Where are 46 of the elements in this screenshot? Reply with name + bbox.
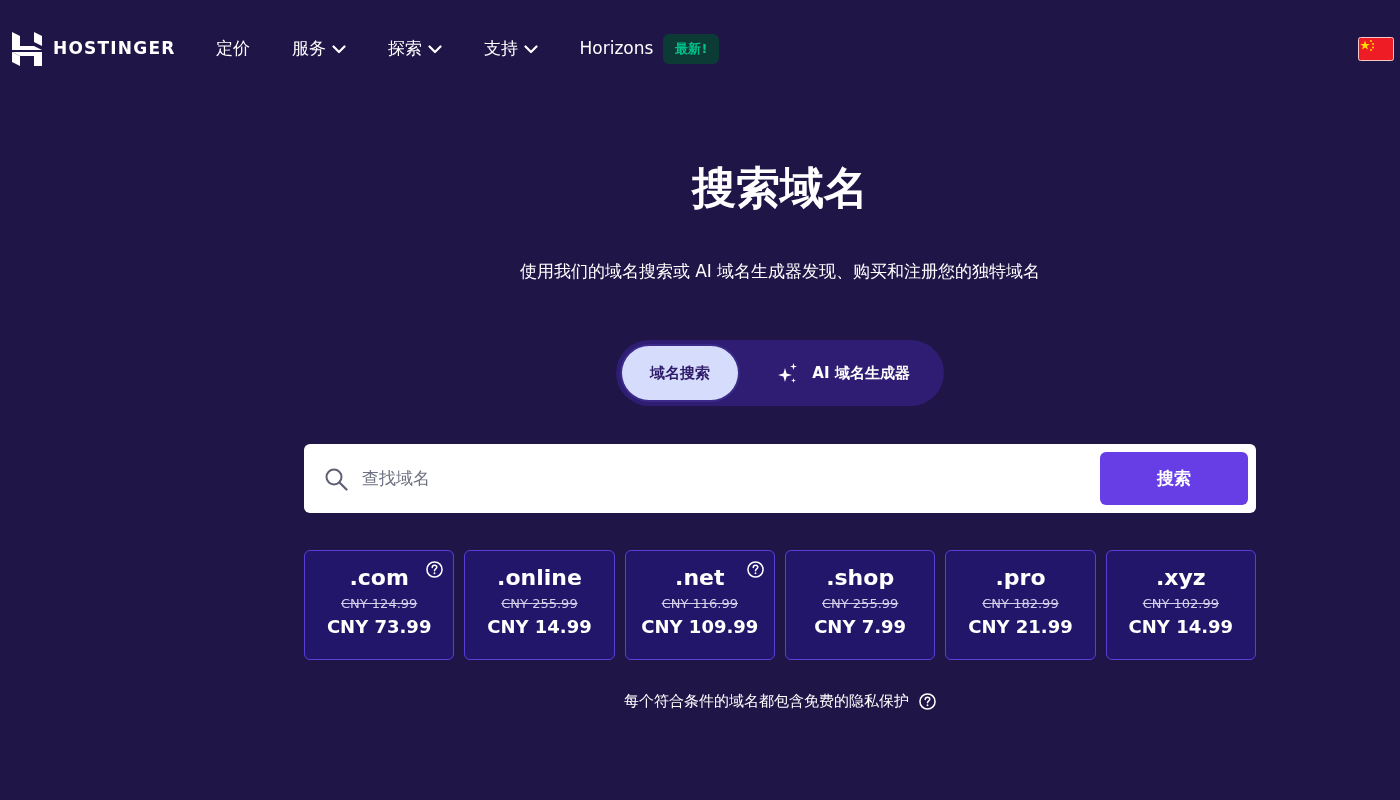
- domain-extension: .xyz: [1155, 565, 1206, 592]
- domain-extension: .shop: [826, 565, 895, 592]
- old-price: CNY 182.99: [982, 595, 1059, 614]
- old-price: CNY 255.99: [821, 595, 899, 614]
- mode-tab[interactable]: AI 域名生成器: [748, 346, 938, 401]
- nav-link[interactable]: 定价: [215, 32, 250, 66]
- help-icon[interactable]: [747, 561, 764, 579]
- page-subtitle: 使用我们的域名搜索或 AI 域名生成器发现、购买和注册您的独特域名: [519, 259, 1041, 283]
- old-price: CNY 116.99: [661, 595, 738, 614]
- old-price: CNY 255.99: [501, 595, 578, 614]
- old-price: CNY 102.99: [1142, 595, 1219, 614]
- domain-extension: .pro: [995, 565, 1046, 592]
- privacy-note: 每个符合条件的域名都包含免费的隐私保护: [624, 691, 909, 713]
- nav-dropdown[interactable]: 探索: [387, 32, 442, 66]
- search-icon: [324, 466, 348, 491]
- brand-logo[interactable]: HOSTINGER: [12, 32, 176, 66]
- nav-dropdown[interactable]: 服务: [291, 32, 346, 66]
- domain-price-card[interactable]: .net CNY 116.99 CNY 109.99: [624, 550, 775, 661]
- old-price: CNY 124.99: [340, 595, 418, 614]
- help-icon[interactable]: [919, 693, 936, 711]
- domain-extension: .online: [497, 565, 582, 592]
- help-icon[interactable]: [426, 561, 444, 579]
- domain-price-card[interactable]: .xyz CNY 102.99 CNY 14.99: [1105, 550, 1256, 661]
- flag-icon[interactable]: [1358, 37, 1394, 61]
- domain-price-card[interactable]: .pro CNY 182.99 CNY 21.99: [945, 550, 1096, 661]
- sale-price: CNY 7.99: [814, 615, 907, 640]
- sale-price: CNY 73.99: [326, 615, 432, 640]
- nav-link[interactable]: Horizons: [579, 32, 654, 66]
- domain-input[interactable]: 查找域名: [360, 465, 1100, 493]
- domain-extension: .com: [349, 565, 409, 592]
- search-bar[interactable]: 查找域名 搜索: [304, 444, 1256, 514]
- nav-dropdown[interactable]: 支持: [483, 32, 538, 66]
- domain-price-card[interactable]: .shop CNY 255.99 CNY 7.99: [785, 550, 936, 661]
- domain-price-card[interactable]: .com CNY 124.99 CNY 73.99: [304, 550, 455, 661]
- search-button[interactable]: 搜索: [1100, 452, 1248, 506]
- sale-price: CNY 14.99: [487, 615, 592, 640]
- domain-extension: .net: [675, 565, 725, 592]
- sale-price: CNY 109.99: [641, 615, 759, 640]
- new-badge: 最新!: [663, 34, 720, 64]
- page-title: 搜索域名: [692, 162, 868, 215]
- brand-name: HOSTINGER: [53, 37, 176, 61]
- domain-price-card[interactable]: .online CNY 255.99 CNY 14.99: [464, 550, 615, 661]
- sale-price: CNY 21.99: [968, 615, 1073, 640]
- sale-price: CNY 14.99: [1128, 615, 1234, 640]
- mode-tab[interactable]: 域名搜索: [622, 346, 739, 401]
- logo-icon: [12, 32, 42, 66]
